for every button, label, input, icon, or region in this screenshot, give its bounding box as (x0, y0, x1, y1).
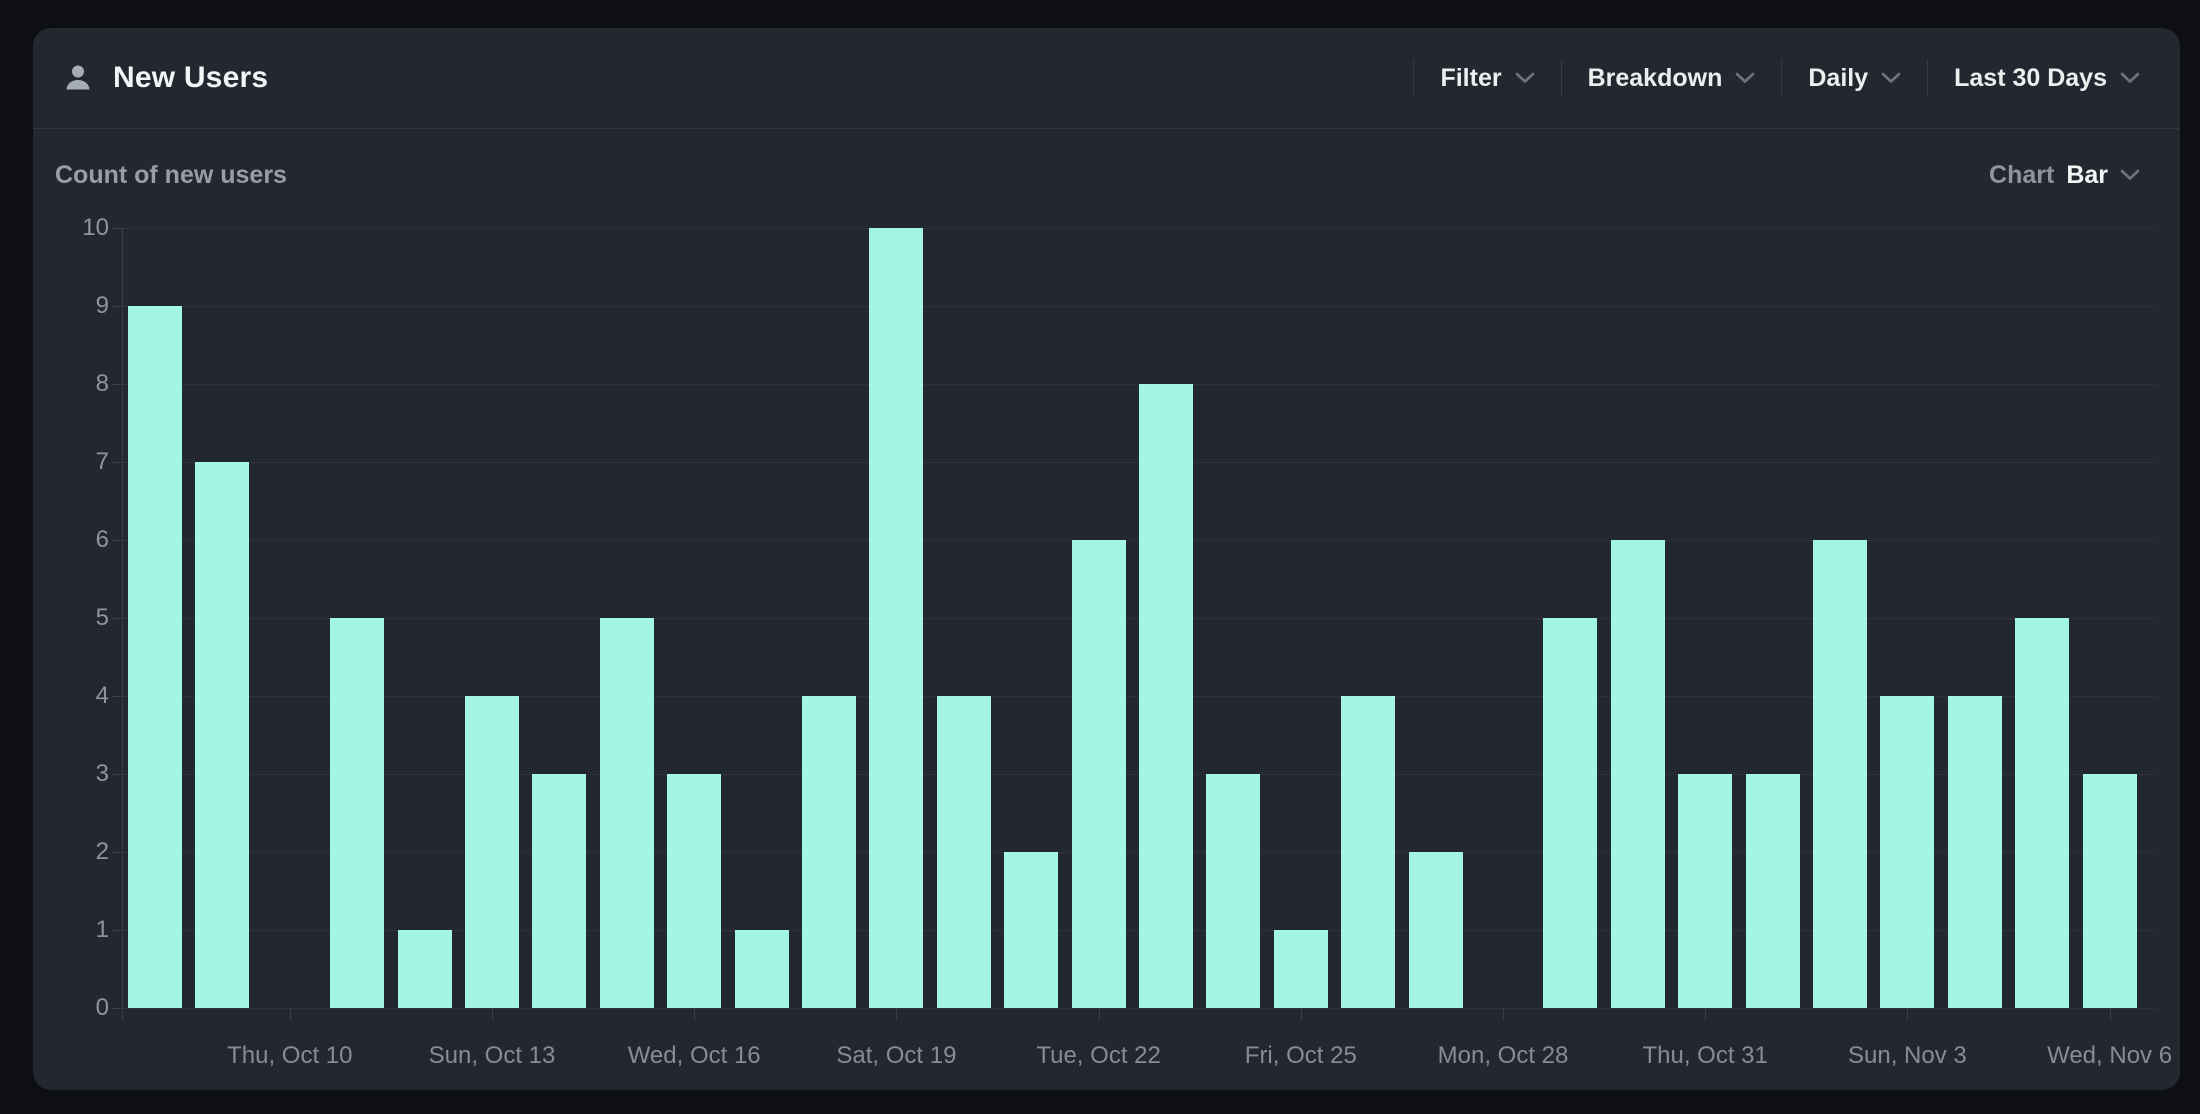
y-axis-tick (112, 852, 122, 853)
bar[interactable] (869, 228, 923, 1008)
gridline (122, 1008, 2156, 1009)
x-axis-tick (896, 1008, 897, 1021)
bar[interactable] (1341, 696, 1395, 1008)
page-background: New Users Filter Breakdown (0, 0, 2200, 1114)
y-axis-tick-label: 10 (33, 214, 109, 242)
gridline (122, 228, 2156, 229)
x-axis-tick (1705, 1008, 1706, 1021)
bar[interactable] (1746, 774, 1800, 1008)
bar[interactable] (735, 930, 789, 1008)
bar[interactable] (2083, 774, 2137, 1008)
bar[interactable] (1948, 696, 2002, 1008)
y-axis-tick-label: 7 (33, 448, 109, 476)
bar[interactable] (465, 696, 519, 1008)
x-axis-tick (1301, 1008, 1302, 1021)
bar[interactable] (1274, 930, 1328, 1008)
y-axis-tick-label: 0 (33, 994, 109, 1022)
bar[interactable] (1004, 852, 1058, 1008)
y-axis-tick-label: 5 (33, 604, 109, 632)
bar[interactable] (1678, 774, 1732, 1008)
y-axis-tick (112, 540, 122, 541)
y-axis-tick-label: 4 (33, 682, 109, 710)
y-axis-tick-label: 1 (33, 916, 109, 944)
bar[interactable] (2015, 618, 2069, 1008)
bar[interactable] (330, 618, 384, 1008)
bar[interactable] (1409, 852, 1463, 1008)
bar[interactable] (937, 696, 991, 1008)
bar[interactable] (1206, 774, 1260, 1008)
bar[interactable] (1072, 540, 1126, 1008)
y-axis-tick-label: 8 (33, 370, 109, 398)
y-axis-tick-label: 9 (33, 292, 109, 320)
bar[interactable] (1880, 696, 1934, 1008)
y-axis-tick (112, 696, 122, 697)
bar[interactable] (600, 618, 654, 1008)
y-axis-line (122, 228, 123, 1021)
y-axis-tick (112, 306, 122, 307)
y-axis-tick (112, 228, 122, 229)
bar[interactable] (398, 930, 452, 1008)
y-axis-tick (112, 774, 122, 775)
x-axis-tick (492, 1008, 493, 1021)
x-axis-tick (2110, 1008, 2111, 1021)
y-axis-tick-label: 2 (33, 838, 109, 866)
x-axis-tick (1907, 1008, 1908, 1021)
y-axis-tick (112, 618, 122, 619)
bar[interactable] (1543, 618, 1597, 1008)
bar[interactable] (1139, 384, 1193, 1008)
x-axis-tick-label: Wed, Nov 6 (1990, 1042, 2200, 1070)
x-axis-tick (694, 1008, 695, 1021)
new-users-card: New Users Filter Breakdown (33, 28, 2180, 1090)
x-axis-tick (1099, 1008, 1100, 1021)
x-axis-tick (1503, 1008, 1504, 1021)
y-axis-tick (112, 462, 122, 463)
bar[interactable] (128, 306, 182, 1008)
bar[interactable] (667, 774, 721, 1008)
x-axis-tick (290, 1008, 291, 1021)
bar[interactable] (1611, 540, 1665, 1008)
bar[interactable] (1813, 540, 1867, 1008)
bar[interactable] (802, 696, 856, 1008)
bar-chart: 012345678910Thu, Oct 10Sun, Oct 13Wed, O… (33, 28, 2180, 1090)
y-axis-tick (112, 930, 122, 931)
y-axis-tick-label: 6 (33, 526, 109, 554)
y-axis-tick (112, 384, 122, 385)
gridline (122, 306, 2156, 307)
y-axis-tick-label: 3 (33, 760, 109, 788)
bar[interactable] (195, 462, 249, 1008)
bar[interactable] (532, 774, 586, 1008)
y-axis-tick (112, 1008, 122, 1009)
